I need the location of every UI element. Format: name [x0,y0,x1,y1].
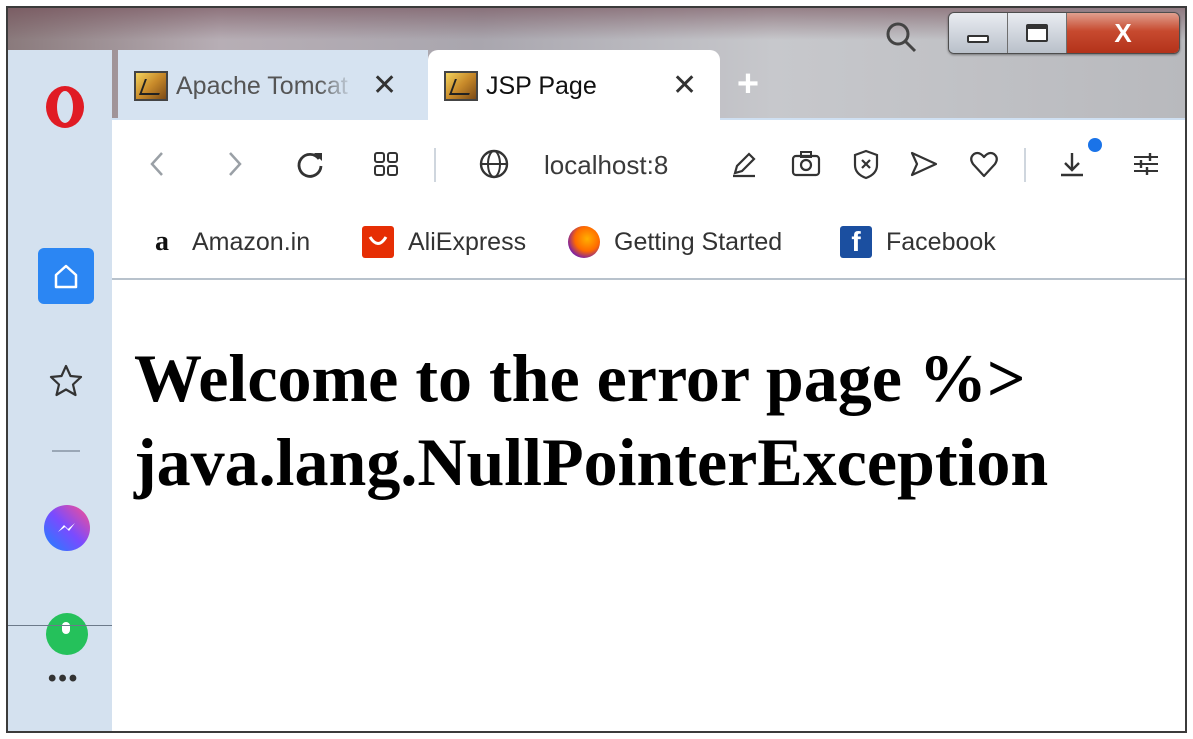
opera-logo-icon[interactable] [44,84,86,130]
tab-jsp-page[interactable]: JSP Page ✕ [428,50,720,122]
forward-icon[interactable] [216,146,252,182]
bookmark-label: Getting Started [614,227,783,256]
bookmark-facebook[interactable]: f Facebook [840,226,996,258]
tomcat-favicon-icon [444,71,478,101]
globe-icon[interactable] [476,146,512,182]
close-window-button[interactable]: X [1067,13,1179,53]
tab-title: Apache Tomcat [176,71,348,100]
firefox-icon [568,226,600,258]
tab-apache-tomcat[interactable]: Apache Tomcat ✕ [118,50,428,122]
edit-icon[interactable] [726,146,762,182]
tab-title: JSP Page [486,71,597,100]
address-bar[interactable]: localhost:8 [544,150,702,181]
heading-line-2: java.lang.NullPointerException [134,424,1049,500]
facebook-icon: f [840,226,872,258]
heading-line-1: Welcome to the error page %> [134,340,1026,416]
minimize-icon [967,35,989,43]
adblock-icon[interactable] [848,146,884,182]
reload-icon[interactable] [292,146,328,182]
bookmark-label: AliExpress [408,227,527,256]
sidebar-item-home[interactable] [38,248,94,304]
bookmark-label: Amazon.in [192,227,311,256]
messenger-icon[interactable] [44,505,90,551]
browser-content: localhost:8 a Amazon.in AliExpress Getti… [112,120,1185,731]
tab-close-button[interactable]: ✕ [672,71,697,101]
easy-setup-icon[interactable] [1128,146,1164,182]
bookmarks-bar: a Amazon.in AliExpress Getting Started f… [112,208,1185,280]
navigation-toolbar: localhost:8 [112,120,1185,208]
star-icon[interactable] [48,363,84,399]
aliexpress-icon [362,226,394,258]
speed-dial-icon[interactable] [368,146,404,182]
back-icon[interactable] [140,146,176,182]
home-icon [54,264,78,289]
heart-icon[interactable] [966,146,1002,182]
whatsapp-icon[interactable] [46,613,88,655]
maximize-icon [1026,24,1048,42]
bookmark-aliexpress[interactable]: AliExpress [362,226,526,258]
download-icon[interactable] [1054,146,1090,182]
sidebar: ••• [8,50,112,731]
amazon-icon: a [155,226,169,257]
bookmark-getting-started[interactable]: Getting Started [568,226,782,258]
download-badge [1088,138,1102,152]
sidebar-bottom-divider [8,625,112,626]
sidebar-more-button[interactable]: ••• [48,665,79,693]
bookmark-amazon[interactable]: a Amazon.in [146,226,310,258]
new-tab-button[interactable]: + [730,63,766,105]
minimize-button[interactable] [949,13,1008,53]
send-icon[interactable] [906,146,942,182]
maximize-button[interactable] [1008,13,1067,53]
page-heading: Welcome to the error page %> java.lang.N… [134,336,1174,504]
sidebar-divider [52,450,80,452]
tomcat-favicon-icon [134,71,168,101]
browser-window: X ••• Apache Tomcat ✕ JSP Page ✕ + local… [6,6,1187,733]
tab-search-icon[interactable] [884,20,918,54]
bookmark-label: Facebook [886,227,996,256]
window-controls: X [948,12,1180,54]
tab-close-button[interactable]: ✕ [372,71,397,101]
snapshot-icon[interactable] [788,146,824,182]
